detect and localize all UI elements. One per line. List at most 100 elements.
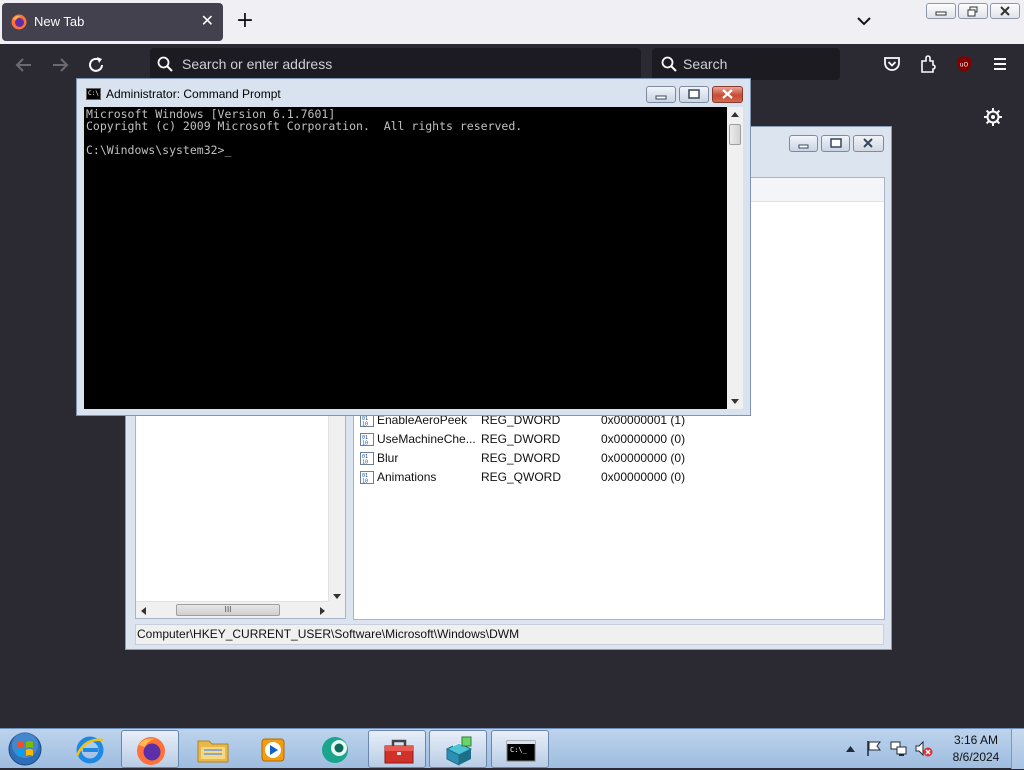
- close-icon: [1000, 6, 1010, 16]
- restore-icon: [967, 6, 978, 17]
- show-hidden-icons-icon[interactable]: [846, 745, 855, 752]
- taskbar-app-firefox[interactable]: [121, 730, 179, 768]
- console-output[interactable]: Microsoft Windows [Version 6.1.7601] Copy…: [84, 107, 727, 409]
- taskbar-app-chat[interactable]: [305, 730, 363, 768]
- command-prompt-title: Administrator: Command Prompt: [106, 87, 281, 101]
- clock-date: 8/6/2024: [952, 750, 1000, 764]
- extensions-icon[interactable]: [918, 54, 938, 74]
- browser-tab-strip: New Tab ✕ +: [0, 0, 1024, 44]
- firefox-icon: [11, 14, 27, 30]
- command-prompt-icon: C:\_: [506, 740, 536, 762]
- minimize-icon: [655, 95, 667, 100]
- taskbar-app-toolbox[interactable]: [368, 730, 426, 768]
- gear-icon[interactable]: [983, 107, 1003, 127]
- folder-icon: [197, 740, 229, 763]
- value-data: 0x00000000 (0): [601, 470, 686, 484]
- command-prompt-window: C:\ Administrator: Command Prompt Micros…: [76, 78, 751, 416]
- tab-title: New Tab: [34, 14, 85, 29]
- back-icon[interactable]: [13, 54, 35, 76]
- scroll-right-icon[interactable]: [320, 607, 325, 615]
- value-data: 0x00000000 (0): [601, 432, 686, 446]
- scroll-thumb[interactable]: III: [176, 604, 280, 616]
- value-row[interactable]: 01 10 Blur REG_DWORD 0x00000000 (0): [360, 449, 880, 468]
- close-icon: [722, 89, 733, 99]
- close-button[interactable]: [853, 135, 884, 152]
- scroll-down-icon[interactable]: [731, 399, 739, 404]
- reload-icon[interactable]: [85, 54, 107, 76]
- maximize-icon: [688, 89, 700, 99]
- minimize-button[interactable]: [646, 86, 676, 103]
- clock[interactable]: 3:16 AM 8/6/2024: [943, 732, 1009, 766]
- chevron-down-icon[interactable]: [854, 11, 874, 31]
- network-icon[interactable]: [890, 740, 908, 757]
- address-bar[interactable]: Search or enter address: [150, 48, 641, 80]
- clock-time: 3:16 AM: [953, 733, 999, 747]
- maximize-button[interactable]: [679, 86, 709, 103]
- value-type: REG_QWORD: [481, 470, 562, 484]
- new-tab-button[interactable]: +: [234, 9, 256, 33]
- restore-button[interactable]: [958, 3, 988, 19]
- svg-text:10: 10: [362, 460, 368, 466]
- value-type: REG_DWORD: [481, 432, 561, 446]
- scroll-corner: [328, 601, 345, 618]
- value-name: UseMachineChe...: [377, 432, 476, 446]
- taskbar-app-media-player[interactable]: [244, 730, 302, 768]
- menu-icon[interactable]: [990, 54, 1010, 74]
- minimize-button[interactable]: [789, 135, 818, 152]
- console-line: C:\Windows\system32>_: [86, 143, 232, 157]
- search-icon: [661, 56, 677, 72]
- binary-value-icon: 01 10: [360, 452, 374, 466]
- value-row[interactable]: 01 10 Animations REG_QWORD 0x00000000 (0): [360, 468, 880, 487]
- close-icon: [863, 138, 873, 148]
- scroll-up-icon[interactable]: [731, 112, 739, 117]
- scroll-thumb[interactable]: [729, 124, 741, 145]
- status-bar: Computer\HKEY_CURRENT_USER\Software\Micr…: [135, 624, 884, 645]
- start-button[interactable]: [5, 731, 45, 767]
- taskbar: C:\_ 3:16 AM 8/6/2024: [0, 728, 1024, 769]
- volume-muted-icon[interactable]: [915, 740, 933, 757]
- minimize-button[interactable]: [926, 3, 956, 19]
- firefox-icon: [137, 737, 165, 765]
- console-line: Copyright (c) 2009 Microsoft Corporation…: [86, 119, 523, 133]
- console-scrollbar[interactable]: [727, 107, 743, 409]
- minimize-icon: [935, 11, 947, 16]
- command-prompt-title-bar[interactable]: C:\ Administrator: Command Prompt: [77, 79, 750, 107]
- taskbar-app-file-explorer[interactable]: [183, 730, 241, 768]
- windows-logo-icon: [8, 732, 42, 766]
- taskbar-app-internet-explorer[interactable]: [61, 730, 119, 768]
- ublock-icon[interactable]: uO: [954, 54, 974, 74]
- value-type: REG_DWORD: [481, 451, 561, 465]
- binary-value-icon: 01 10: [360, 433, 374, 447]
- chat-app-icon: [322, 737, 348, 763]
- tree-horizontal-scrollbar[interactable]: III: [136, 601, 330, 618]
- close-window-button[interactable]: [990, 3, 1020, 19]
- tab-close-icon[interactable]: ✕: [201, 11, 214, 31]
- scroll-down-icon[interactable]: [333, 594, 341, 599]
- search-icon: [157, 56, 173, 72]
- address-placeholder: Search or enter address: [182, 56, 333, 72]
- svg-text:10: 10: [362, 479, 368, 485]
- toolbox-icon: [384, 739, 414, 764]
- value-name: Animations: [377, 470, 437, 484]
- taskbar-app-registry-editor[interactable]: [429, 730, 487, 768]
- svg-text:uO: uO: [960, 62, 969, 69]
- action-center-flag-icon[interactable]: [866, 740, 882, 757]
- media-player-icon: [261, 738, 285, 762]
- svg-text:10: 10: [362, 422, 368, 428]
- minimize-icon: [798, 144, 809, 149]
- search-bar[interactable]: Search: [652, 48, 840, 80]
- search-placeholder: Search: [683, 56, 728, 72]
- maximize-button[interactable]: [821, 135, 850, 152]
- close-button[interactable]: [712, 86, 743, 103]
- forward-icon[interactable]: [49, 54, 71, 76]
- internet-explorer-icon: [75, 736, 104, 764]
- value-row[interactable]: 01 10 UseMachineChe... REG_DWORD 0x00000000 …: [360, 430, 880, 449]
- pocket-icon[interactable]: [882, 54, 902, 74]
- tab-new-tab[interactable]: New Tab ✕: [2, 3, 223, 41]
- value-name: Blur: [377, 451, 399, 465]
- svg-text:10: 10: [362, 441, 368, 447]
- binary-value-icon: 01 10: [360, 471, 374, 485]
- taskbar-app-command-prompt[interactable]: C:\_: [491, 730, 549, 768]
- scroll-left-icon[interactable]: [141, 607, 146, 615]
- show-desktop-button[interactable]: [1011, 729, 1024, 769]
